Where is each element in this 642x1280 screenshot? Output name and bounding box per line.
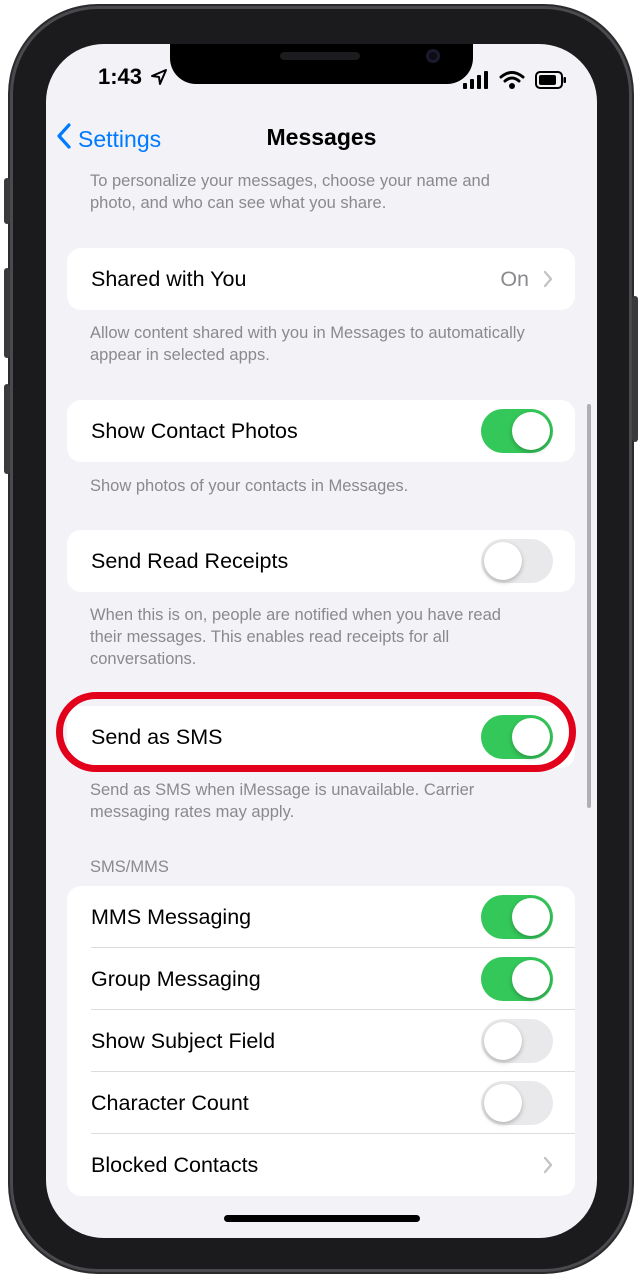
character-count-label: Character Count: [91, 1090, 249, 1115]
side-button-silent: [4, 178, 10, 224]
send-as-sms-label: Send as SMS: [91, 724, 223, 749]
character-count-row: Character Count: [67, 1072, 575, 1134]
shared-with-you-group: Shared with You On: [67, 248, 575, 310]
chevron-right-icon: [543, 1156, 553, 1179]
toggle-knob: [512, 960, 550, 998]
toggle-knob: [512, 718, 550, 756]
blocked-contacts-label: Blocked Contacts: [91, 1152, 259, 1177]
show-subject-field-label: Show Subject Field: [91, 1028, 276, 1053]
scrollbar[interactable]: [587, 404, 591, 808]
group-messaging-toggle[interactable]: [481, 957, 553, 1001]
shared-with-you-value: On: [500, 266, 529, 291]
show-contact-photos-toggle[interactable]: [481, 409, 553, 453]
side-button-volume-up: [4, 268, 10, 358]
show-contact-photos-label: Show Contact Photos: [91, 418, 298, 443]
send-as-sms-row: Send as SMS: [67, 706, 575, 768]
send-read-receipts-label: Send Read Receipts: [91, 548, 289, 573]
send-as-sms-footnote: Send as SMS when iMessage is unavailable…: [90, 781, 475, 821]
send-read-receipts-toggle[interactable]: [481, 539, 553, 583]
blocked-contacts-row[interactable]: Blocked Contacts: [67, 1134, 575, 1196]
page-title: Messages: [266, 124, 377, 150]
toggle-knob: [512, 412, 550, 450]
shared-with-you-row[interactable]: Shared with You On: [67, 248, 575, 310]
earpiece-speaker: [280, 52, 360, 60]
mms-messaging-row: MMS Messaging: [67, 886, 575, 948]
group-messaging-label: Group Messaging: [91, 966, 261, 991]
status-time: 1:43: [98, 64, 168, 92]
chevron-right-icon: [543, 270, 553, 293]
sms-mms-section-header: SMS/MMS: [90, 858, 169, 876]
front-camera: [426, 49, 440, 63]
mms-messaging-toggle[interactable]: [481, 895, 553, 939]
sms-mms-group: MMS Messaging Group Messaging Show Subje…: [67, 886, 575, 1196]
character-count-toggle[interactable]: [481, 1081, 553, 1125]
status-time-text: 1:43: [98, 64, 143, 89]
show-contact-photos-row: Show Contact Photos: [67, 400, 575, 462]
status-icons: [463, 70, 567, 95]
send-as-sms-toggle[interactable]: [481, 715, 553, 759]
side-button-power: [632, 296, 638, 442]
show-contact-photos-footnote: Show photos of your contacts in Messages…: [90, 477, 409, 495]
shared-with-you-label: Shared with You: [91, 266, 247, 291]
top-footnote: To personalize your messages, choose you…: [90, 172, 490, 212]
send-read-receipts-footnote: When this is on, people are notified whe…: [90, 606, 501, 668]
send-read-receipts-group: Send Read Receipts: [67, 530, 575, 592]
location-arrow-icon: [150, 66, 168, 92]
shared-with-you-footnote: Allow content shared with you in Message…: [90, 324, 525, 364]
screen: 1:43 Settings Messages To personalize yo…: [46, 44, 597, 1238]
side-button-volume-down: [4, 384, 10, 474]
show-contact-photos-group: Show Contact Photos: [67, 400, 575, 462]
wifi-icon: [499, 70, 525, 95]
toggle-knob: [484, 542, 522, 580]
send-read-receipts-row: Send Read Receipts: [67, 530, 575, 592]
group-messaging-row: Group Messaging: [67, 948, 575, 1010]
toggle-knob: [484, 1022, 522, 1060]
toggle-knob: [484, 1084, 522, 1122]
notch: [170, 44, 473, 84]
battery-icon: [535, 71, 567, 94]
show-subject-field-row: Show Subject Field: [67, 1010, 575, 1072]
mms-messaging-label: MMS Messaging: [91, 904, 252, 929]
navigation-bar: Settings Messages: [46, 118, 597, 162]
toggle-knob: [512, 898, 550, 936]
send-as-sms-group: Send as SMS: [67, 706, 575, 768]
home-indicator[interactable]: [224, 1215, 420, 1222]
show-subject-field-toggle[interactable]: [481, 1019, 553, 1063]
